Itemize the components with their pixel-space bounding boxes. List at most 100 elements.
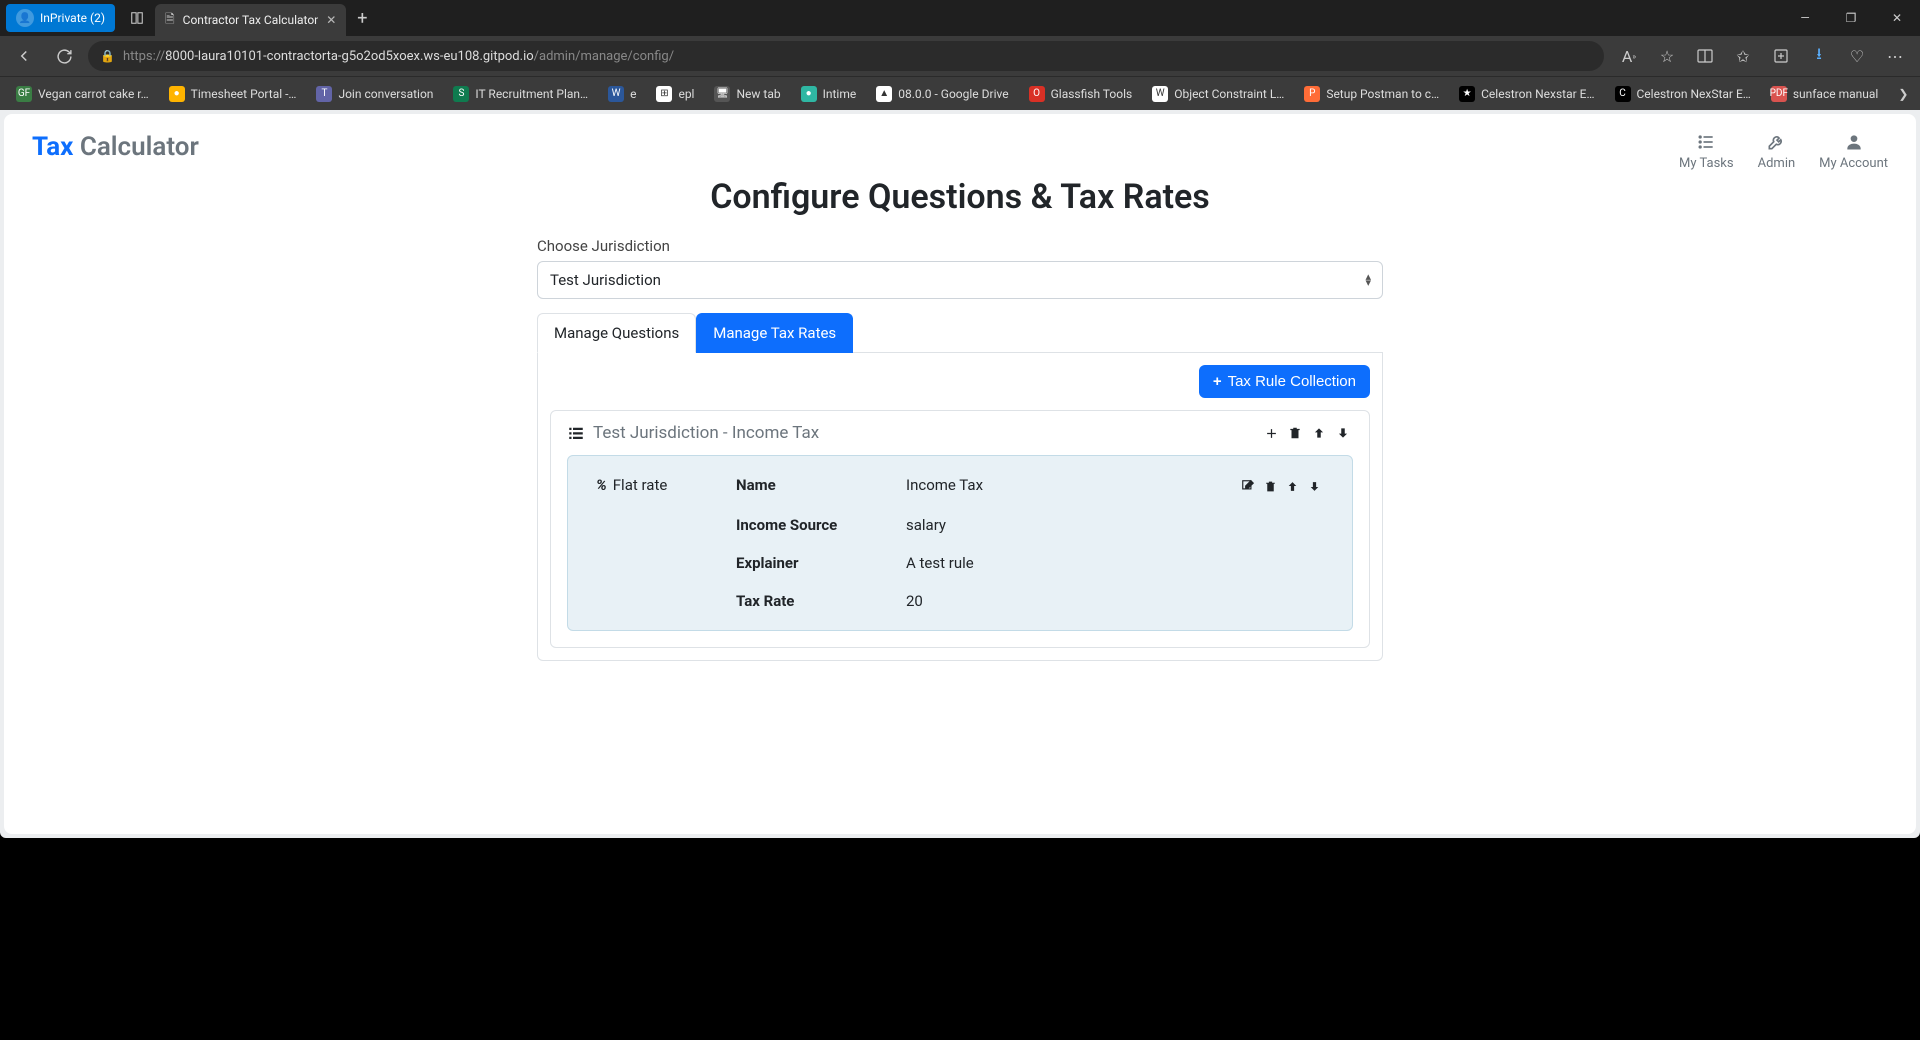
bookmark-item[interactable]: CCelestron NexStar E… [1607, 82, 1759, 106]
nav-my-account[interactable]: My Account [1819, 132, 1888, 171]
bookmark-label: IT Recruitment Plan… [475, 87, 588, 101]
lock-icon: 🔒 [100, 49, 115, 63]
edit-rule-button[interactable] [1238, 476, 1258, 496]
nav-label: My Tasks [1679, 156, 1734, 171]
favicon-icon: ⊞ [656, 86, 672, 102]
percent-icon: % [596, 476, 607, 494]
logo-tax: Tax [32, 132, 73, 162]
bookmark-item[interactable]: O Glassfish Tools [1021, 82, 1141, 106]
bookmark-label: Setup Postman to c… [1326, 87, 1439, 101]
bookmarks-overflow-button[interactable]: ❯ [1890, 87, 1916, 101]
favicon-icon: ★ [1459, 86, 1475, 102]
bookmark-item[interactable]: ⊞ epl [648, 82, 702, 106]
bookmark-item[interactable]: ▲ 08.0.0 - Google Drive [868, 82, 1016, 106]
tab-actions-button[interactable] [121, 4, 153, 32]
favicon-icon: C [1615, 86, 1631, 102]
favicon-icon: ▲ [876, 86, 892, 102]
bookmark-item[interactable]: ● Timesheet Portal -… [161, 82, 305, 106]
rule-type-label: Flat rate [613, 476, 668, 494]
bookmark-label: 08.0.0 - Google Drive [898, 87, 1008, 101]
tools-icon [1766, 132, 1786, 152]
user-icon [1844, 132, 1864, 152]
browser-titlebar: 👤 InPrivate (2) 🗎 Contractor Tax Calcula… [0, 0, 1920, 36]
collection-title: Test Jurisdiction - Income Tax [593, 423, 819, 443]
bookmark-label: Glassfish Tools [1051, 87, 1133, 101]
tax-rule-card: % Flat rate Name Income Tax Income Sourc… [567, 455, 1353, 631]
jurisdiction-select[interactable]: Test Jurisdiction [537, 261, 1383, 299]
rule-explainer-value: A test rule [906, 554, 1214, 572]
bookmark-label: Join conversation [338, 87, 433, 101]
url-host: 8000-laura10101-contractorta-g5o2od5xoex… [165, 49, 534, 64]
bookmark-label: Timesheet Portal -… [191, 87, 297, 101]
bookmark-item[interactable]: We [600, 82, 644, 106]
move-down-button[interactable] [1333, 423, 1353, 443]
url-path: /admin/manage/config/ [534, 49, 674, 64]
rule-source-label: Income Source [736, 516, 886, 534]
delete-collection-button[interactable] [1285, 423, 1305, 443]
bookmark-item[interactable]: P Setup Postman to c… [1296, 82, 1447, 106]
downloads-button[interactable]: ⭳ [1802, 40, 1836, 72]
tab-manage-tax-rates[interactable]: Manage Tax Rates [696, 313, 853, 353]
jurisdiction-label: Choose Jurisdiction [537, 237, 1383, 255]
bookmark-label: e [630, 87, 636, 101]
bookmark-item[interactable]: GF Vegan carrot cake r… [8, 82, 157, 106]
list-icon [567, 424, 585, 442]
collections-button[interactable] [1764, 40, 1798, 72]
close-tab-icon[interactable]: ✕ [326, 13, 336, 27]
nav-admin[interactable]: Admin [1758, 132, 1796, 171]
maximize-button[interactable]: ❐ [1828, 0, 1874, 36]
bookmark-label: epl [678, 87, 694, 101]
tab-manage-questions[interactable]: Manage Questions [537, 313, 696, 353]
add-rule-button[interactable] [1261, 423, 1281, 443]
favicon-icon: S [453, 86, 469, 102]
rule-explainer-label: Explainer [736, 554, 886, 572]
close-window-button[interactable]: ✕ [1874, 0, 1920, 36]
favicon-icon: O [1029, 86, 1045, 102]
add-tax-rule-collection-button[interactable]: + Tax Rule Collection [1199, 365, 1370, 398]
rule-rate-label: Tax Rate [736, 592, 886, 610]
list-icon [1696, 132, 1716, 152]
favicon-icon: W [1152, 86, 1168, 102]
rule-move-up-button[interactable] [1282, 476, 1302, 496]
bookmark-item[interactable]: 🖥 New tab [706, 82, 788, 106]
rule-name-label: Name [736, 476, 886, 494]
favicon-icon: GF [16, 86, 32, 102]
bookmark-item[interactable]: S IT Recruitment Plan… [445, 82, 596, 106]
bookmark-item[interactable]: W Object Constraint L… [1144, 82, 1292, 106]
move-up-button[interactable] [1309, 423, 1329, 443]
app-logo[interactable]: Tax Calculator [32, 132, 199, 162]
bookmark-item[interactable]: ★Celestron Nexstar E… [1451, 82, 1602, 106]
back-button[interactable] [8, 40, 40, 72]
favicon-icon: ● [169, 86, 185, 102]
favicon-icon: ● [801, 86, 817, 102]
split-screen-button[interactable] [1688, 40, 1722, 72]
bookmark-label: Vegan carrot cake r… [38, 87, 149, 101]
bookmark-label: Intime [823, 87, 857, 101]
nav-my-tasks[interactable]: My Tasks [1679, 132, 1734, 171]
bookmark-item[interactable]: PDFsunface manual [1763, 82, 1887, 106]
favicon-icon: PDF [1771, 86, 1787, 102]
favorite-button[interactable]: ☆ [1650, 40, 1684, 72]
rule-move-down-button[interactable] [1304, 476, 1324, 496]
minimize-button[interactable]: — [1782, 0, 1828, 36]
bookmark-label: Object Constraint L… [1174, 87, 1284, 101]
browser-tab[interactable]: 🗎 Contractor Tax Calculator ✕ [155, 4, 346, 36]
more-button[interactable]: ⋯ [1878, 40, 1912, 72]
favicon-icon: 🖥 [714, 86, 730, 102]
read-aloud-button[interactable]: A» [1612, 40, 1646, 72]
inprivate-badge[interactable]: 👤 InPrivate (2) [6, 4, 115, 32]
rule-source-value: salary [906, 516, 1214, 534]
bookmark-item[interactable]: TJoin conversation [308, 82, 441, 106]
browser-essentials-button[interactable]: ♡ [1840, 40, 1874, 72]
inprivate-label: InPrivate (2) [40, 11, 105, 25]
rule-name-value: Income Tax [906, 476, 1214, 494]
logo-calc: Calculator [80, 132, 199, 162]
favicon-icon: P [1304, 86, 1320, 102]
bookmark-item[interactable]: ● Intime [793, 82, 865, 106]
refresh-button[interactable] [48, 40, 80, 72]
address-bar[interactable]: 🔒 https://8000-laura10101-contractorta-g… [88, 41, 1604, 71]
delete-rule-button[interactable] [1260, 476, 1280, 496]
new-tab-button[interactable]: + [346, 2, 378, 34]
favorites-list-button[interactable]: ✩ [1726, 40, 1760, 72]
bookmark-label: New tab [736, 87, 780, 101]
